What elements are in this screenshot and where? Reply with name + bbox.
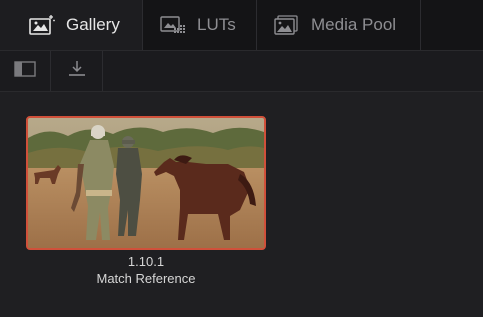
- gallery-icon: [28, 14, 56, 36]
- luts-icon: [159, 14, 187, 36]
- tab-media-pool[interactable]: Media Pool: [257, 0, 421, 50]
- gallery-still-thumbnail[interactable]: [26, 116, 266, 250]
- still-name-label: Match Reference: [96, 271, 196, 286]
- grab-still-button[interactable]: [51, 51, 103, 91]
- panel-tab-bar: Gallery LUTs Media Pool: [0, 0, 483, 51]
- still-id-label: 1.10.1: [127, 254, 165, 269]
- sidebar-toggle-button[interactable]: [0, 51, 51, 91]
- still-image: [28, 118, 264, 248]
- sidebar-toggle-icon: [14, 60, 36, 82]
- gallery-content: 1.10.1 Match Reference: [0, 92, 483, 317]
- gallery-toolbar: [0, 51, 483, 92]
- media-pool-icon: [273, 14, 301, 36]
- tab-luts-label: LUTs: [197, 15, 236, 34]
- tab-luts[interactable]: LUTs: [143, 0, 257, 50]
- download-icon: [67, 60, 87, 83]
- tab-media-pool-label: Media Pool: [311, 15, 397, 34]
- tab-gallery[interactable]: Gallery: [0, 0, 143, 50]
- gallery-panel: Gallery LUTs Media Pool 1.10.1 Match Ref…: [0, 0, 483, 317]
- tab-gallery-label: Gallery: [66, 15, 120, 34]
